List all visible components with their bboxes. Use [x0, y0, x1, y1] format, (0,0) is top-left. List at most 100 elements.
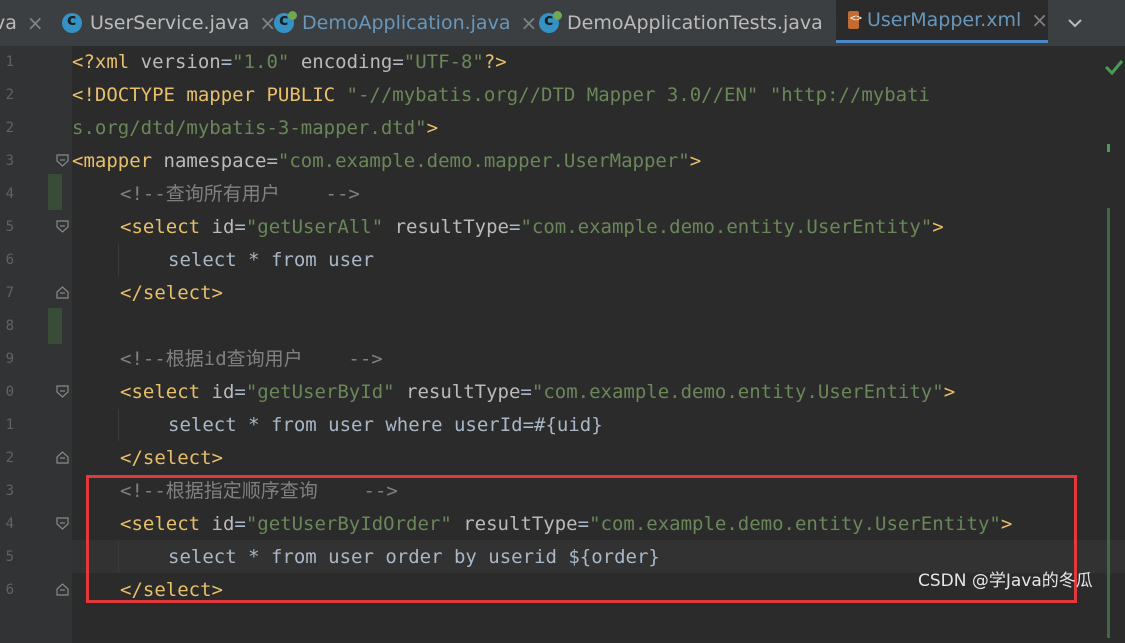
equals: =	[234, 216, 246, 238]
attr-name: encoding	[289, 51, 393, 73]
line-number: 3	[5, 153, 14, 169]
xml-decl-end: ?>	[483, 51, 507, 73]
tab-label: DemoApplication.java	[302, 12, 511, 34]
fold-icon[interactable]	[56, 517, 69, 530]
scroll-change-marker[interactable]	[1107, 144, 1110, 152]
watermark: CSDN @学Java的冬瓜	[918, 571, 1093, 591]
attr-value: "com.example.demo.mapper.UserMapper"	[277, 150, 690, 172]
line-number: 5	[5, 219, 14, 235]
code-line-3[interactable]: s.org/dtd/mybatis-3-mapper.dtd">	[72, 112, 438, 145]
tab-label: DemoApplicationTests.java	[567, 12, 823, 34]
vcs-change-marker[interactable]	[48, 174, 62, 210]
indent-guide	[118, 409, 119, 441]
tag-end: </select>	[120, 282, 223, 304]
tag-close: >	[943, 381, 956, 403]
line-number: 9	[5, 351, 14, 367]
tab-partial[interactable]: va ×	[0, 0, 44, 46]
tab-usermapper-xml[interactable]: UserMapper.xml ×	[836, 0, 1048, 43]
code-line-6[interactable]: <select id="getUserAll" resultType="com.…	[120, 211, 944, 244]
doctype-system-id: "http://mybati	[769, 84, 930, 106]
fold-end-icon[interactable]	[56, 451, 69, 464]
attr-value: "1.0"	[232, 51, 290, 73]
fold-icon[interactable]	[56, 154, 69, 167]
gutter: 1 2 2 3 4 5 6 7 8 9 0 1 2 3 4 5 6	[0, 46, 72, 643]
doctype: <!DOCTYPE mapper PUBLIC	[72, 84, 347, 106]
tab-label: va	[0, 12, 17, 34]
code-line-8[interactable]: </select>	[120, 277, 223, 310]
code-line-11[interactable]: <select id="getUserById" resultType="com…	[120, 376, 955, 409]
code-line-4[interactable]: <mapper namespace="com.example.demo.mapp…	[72, 145, 701, 178]
line-number: 6	[5, 252, 14, 268]
scroll-change-marker[interactable]	[1107, 208, 1110, 638]
fold-end-icon[interactable]	[56, 286, 69, 299]
xml-decl: <?xml	[72, 51, 141, 73]
line-number: 6	[5, 582, 14, 598]
attr-name: resultType	[394, 381, 521, 403]
line-number: 1	[5, 54, 14, 70]
line-number: 7	[5, 285, 14, 301]
tab-demoapplicationtests[interactable]: DemoApplicationTests.java ×	[539, 0, 850, 46]
code-line-7[interactable]: select * from user	[168, 244, 374, 277]
doctype-system-id-cont: s.org/dtd/mybatis-3-mapper.dtd"	[72, 117, 427, 139]
line-number: 1	[5, 417, 14, 433]
line-number: 2	[5, 120, 14, 136]
tag-open: <select	[120, 381, 212, 403]
tag-open: <mapper	[72, 150, 164, 172]
close-icon[interactable]: ×	[520, 11, 537, 35]
attr-value: "getUserAll"	[245, 216, 384, 238]
equals: =	[266, 150, 278, 172]
fold-icon[interactable]	[56, 385, 69, 398]
code-line-2[interactable]: <!DOCTYPE mapper PUBLIC "-//mybatis.org/…	[72, 79, 930, 112]
check-icon[interactable]	[1103, 56, 1125, 78]
attr-name: resultType	[383, 216, 509, 238]
tab-label: UserMapper.xml	[866, 9, 1022, 31]
close-icon[interactable]: ×	[27, 11, 44, 35]
attr-name: id	[211, 216, 235, 238]
line-number: 3	[5, 483, 14, 499]
sql-text: select * from user where userId=#{uid}	[168, 414, 603, 436]
attr-name: id	[211, 381, 235, 403]
close-icon[interactable]: ×	[1031, 8, 1048, 32]
tab-label: UserService.java	[90, 12, 250, 34]
tag-open: <select	[120, 216, 212, 238]
code-line-12[interactable]: select * from user where userId=#{uid}	[168, 409, 603, 442]
xml-comment: <!--查询所有用户 -->	[120, 183, 360, 205]
line-number: 5	[5, 549, 14, 565]
xml-file-icon	[848, 11, 862, 29]
class-icon	[62, 10, 82, 33]
tag-end: </select>	[120, 447, 223, 469]
attr-value: "getUserById"	[245, 381, 395, 403]
editor-tab-bar: va × UserService.java × DemoApplication.…	[0, 0, 1125, 47]
spring-class-icon	[539, 10, 562, 33]
code-editor[interactable]: 1 2 2 3 4 5 6 7 8 9 0 1 2 3 4 5 6 <?xml …	[0, 46, 1125, 643]
doctype-end: >	[426, 117, 439, 139]
fold-end-icon[interactable]	[56, 583, 69, 596]
code-line-1[interactable]: <?xml version="1.0" encoding="UTF-8"?>	[72, 46, 507, 79]
equals: =	[234, 381, 246, 403]
line-number: 4	[5, 516, 14, 532]
line-number: 8	[5, 318, 14, 334]
code-line-5[interactable]: <!--查询所有用户 -->	[120, 178, 360, 211]
xml-comment: <!--根据id查询用户 -->	[120, 348, 383, 370]
line-number: 4	[5, 186, 14, 202]
tab-userservice[interactable]: UserService.java ×	[62, 0, 276, 46]
equals: =	[220, 51, 233, 73]
sql-text: select * from user	[168, 249, 374, 271]
line-number: 2	[5, 87, 14, 103]
equals: =	[520, 381, 532, 403]
attr-name: namespace	[163, 150, 267, 172]
code-line-10[interactable]: <!--根据id查询用户 -->	[120, 343, 383, 376]
line-number: 0	[5, 384, 14, 400]
fold-icon[interactable]	[56, 220, 69, 233]
attr-value: "UTF-8"	[403, 51, 484, 73]
indent-guide	[118, 244, 119, 276]
vcs-change-marker[interactable]	[48, 308, 62, 344]
code-line-13[interactable]: </select>	[120, 442, 223, 475]
equals: =	[392, 51, 404, 73]
chevron-down-icon[interactable]	[1062, 0, 1088, 46]
tag-close: >	[932, 216, 944, 238]
tab-demoapplication[interactable]: DemoApplication.java ×	[274, 0, 537, 46]
attr-name: version	[140, 51, 221, 73]
doctype-public-id: "-//mybatis.org//DTD Mapper 3.0//EN"	[346, 84, 759, 106]
